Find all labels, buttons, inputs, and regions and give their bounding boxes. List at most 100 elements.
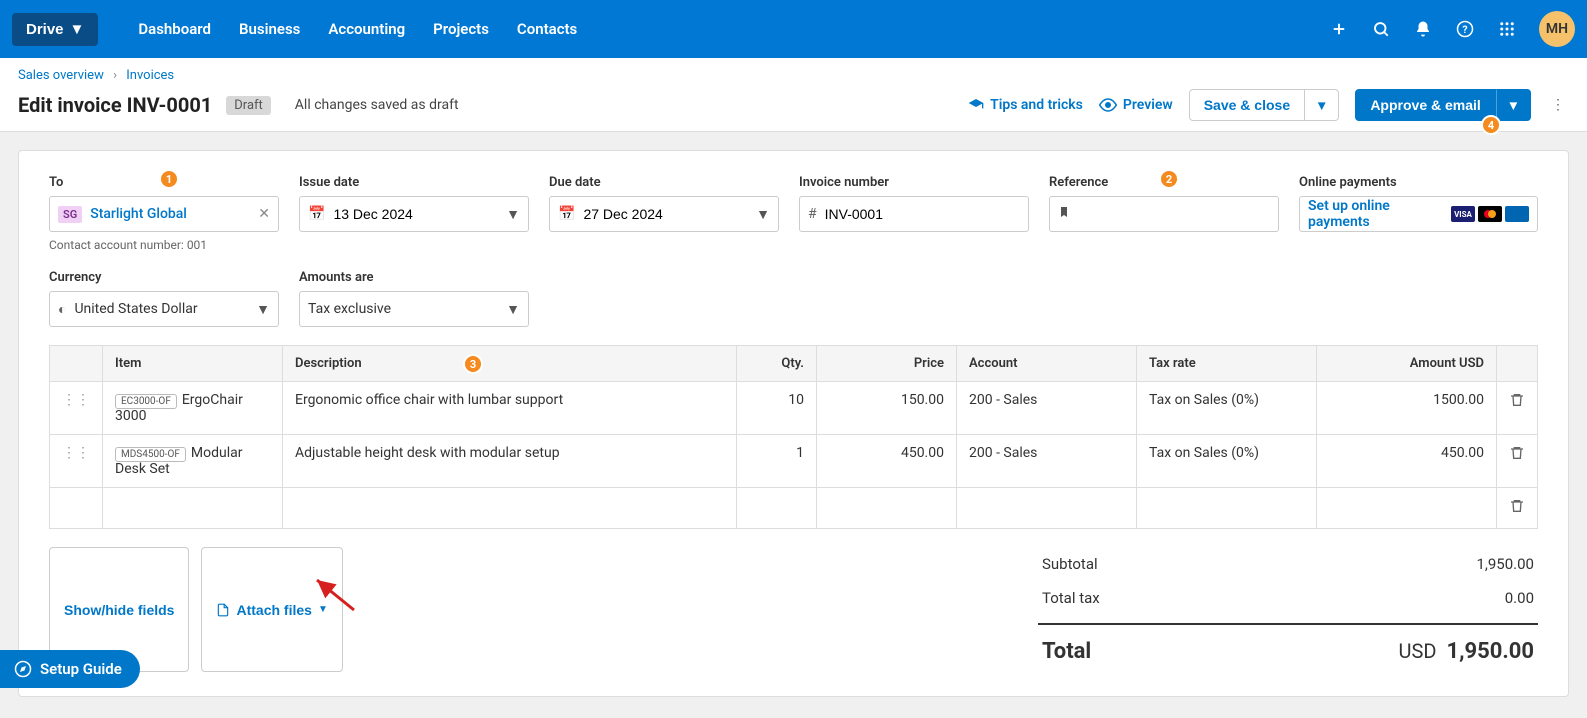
item-cell[interactable] [103,488,283,529]
page-title: Edit invoice INV-0001 [18,93,212,117]
svg-text:?: ? [1462,23,1467,36]
apps-icon[interactable] [1497,19,1517,39]
desc-cell[interactable] [283,488,737,529]
clear-contact-icon[interactable]: ✕ [258,206,270,222]
reference-value[interactable] [1078,206,1270,222]
drive-label: Drive [26,21,64,38]
to-sublabel: Contact account number: 001 [49,238,279,252]
reference-field: Reference 2 [1049,175,1279,252]
price-cell[interactable] [817,488,957,529]
totals: Subtotal 1,950.00 Total tax 0.00 Total U… [1038,547,1538,672]
qty-header: Qty. [737,346,817,382]
drag-handle-icon[interactable] [50,488,103,529]
qty-cell[interactable] [737,488,817,529]
amount-cell: 450.00 [1317,435,1497,488]
plus-icon[interactable] [1329,19,1349,39]
bookmark-icon [1058,205,1070,223]
price-header: Price [817,346,957,382]
sku-tag: EC3000-OF [115,394,177,409]
nav-right: ? MH [1329,11,1575,47]
approve-email-split: Approve & email ▼ 4 [1355,89,1531,121]
tips-tricks-link[interactable]: Tips and tricks [968,97,1083,113]
preview-link[interactable]: Preview [1099,96,1173,114]
caret-down-icon[interactable]: ▼ [506,206,520,223]
tax-cell[interactable]: Tax on Sales (0%) [1137,382,1317,435]
subhead-row: Edit invoice INV-0001 Draft All changes … [18,89,1569,121]
item-header: Item [103,346,283,382]
tax-cell[interactable]: Tax on Sales (0%) [1137,435,1317,488]
price-cell[interactable]: 150.00 [817,382,957,435]
line-items-table: Item Description 3 Qty. Price Account Ta… [49,345,1538,529]
account-cell[interactable]: 200 - Sales [957,435,1137,488]
to-input[interactable]: SG Starlight Global ✕ [49,196,279,232]
drive-menu-button[interactable]: Drive ▼ [12,13,98,46]
delete-row-icon[interactable] [1497,488,1538,529]
desc-cell[interactable]: Adjustable height desk with modular setu… [283,435,737,488]
drag-handle-icon[interactable]: ⋮⋮ [50,382,103,435]
hint-3: 3 [463,354,483,374]
qty-cell[interactable]: 10 [737,382,817,435]
approve-email-button[interactable]: Approve & email [1355,89,1495,121]
visa-icon: VISA [1451,206,1475,222]
invoice-number-value[interactable] [825,206,1020,222]
caret-down-icon[interactable]: ▼ [506,301,520,318]
table-row-empty [50,488,1538,529]
nav-accounting[interactable]: Accounting [328,20,405,38]
due-date-field: Due date 📅 ▼ [549,175,779,252]
qty-cell[interactable]: 1 [737,435,817,488]
reference-input[interactable] [1049,196,1279,232]
delete-header [1497,346,1538,382]
account-cell[interactable] [957,488,1137,529]
amount-cell: 1500.00 [1317,382,1497,435]
account-cell[interactable]: 200 - Sales [957,382,1137,435]
help-icon[interactable]: ? [1455,19,1475,39]
due-date-input[interactable]: 📅 ▼ [549,196,779,232]
item-cell[interactable]: MDS4500-OFModular Desk Set [103,435,283,488]
search-icon[interactable] [1371,19,1391,39]
total-value-wrap: USD1,950.00 [1399,639,1535,664]
drag-handle-icon[interactable]: ⋮⋮ [50,435,103,488]
delete-row-icon[interactable] [1497,435,1538,488]
nav-items: Dashboard Business Accounting Projects C… [138,20,577,38]
save-close-button[interactable]: Save & close [1189,89,1305,121]
hash-icon: # [808,206,817,222]
user-avatar[interactable]: MH [1539,11,1575,47]
nav-business[interactable]: Business [239,20,300,38]
hint-1: 1 [159,169,179,189]
online-payments-button[interactable]: Set up online payments VISA [1299,196,1538,232]
nav-dashboard[interactable]: Dashboard [138,20,211,38]
approve-email-caret[interactable]: ▼ [1496,89,1531,121]
nav-contacts[interactable]: Contacts [517,20,577,38]
more-menu-icon[interactable]: ⋮ [1547,93,1569,117]
tax-cell[interactable] [1137,488,1317,529]
desc-header: Description 3 [283,346,737,382]
setup-guide-label: Setup Guide [40,660,122,678]
nav-projects[interactable]: Projects [433,20,489,38]
subtotal-label: Subtotal [1042,555,1098,573]
attach-files-button[interactable]: Attach files ▼ [201,547,342,672]
invoice-number-input[interactable]: # [799,196,1029,232]
save-status: All changes saved as draft [295,97,459,113]
save-close-caret[interactable]: ▼ [1305,89,1339,121]
contact-name[interactable]: Starlight Global [90,206,250,222]
amount-cell [1317,488,1497,529]
item-cell[interactable]: EC3000-OFErgoChair 3000 [103,382,283,435]
due-date-value[interactable] [583,206,748,222]
issue-date-value[interactable] [333,206,498,222]
breadcrumb-invoices[interactable]: Invoices [126,68,174,83]
tips-label: Tips and tricks [990,97,1083,113]
desc-cell[interactable]: Ergonomic office chair with lumbar suppo… [283,382,737,435]
delete-row-icon[interactable] [1497,382,1538,435]
caret-down-icon[interactable]: ▼ [756,206,770,223]
caret-down-icon[interactable]: ▼ [256,301,270,318]
breadcrumb-sales-overview[interactable]: Sales overview [18,68,104,83]
bell-icon[interactable] [1413,19,1433,39]
issue-date-input[interactable]: 📅 ▼ [299,196,529,232]
currency-select[interactable]: ◐ United States Dollar ▼ [49,291,279,327]
drag-header [50,346,103,382]
currency-label: Currency [49,270,279,285]
eye-icon [1099,96,1117,114]
setup-guide-button[interactable]: Setup Guide [0,650,140,688]
amounts-are-select[interactable]: Tax exclusive ▼ [299,291,529,327]
price-cell[interactable]: 450.00 [817,435,957,488]
